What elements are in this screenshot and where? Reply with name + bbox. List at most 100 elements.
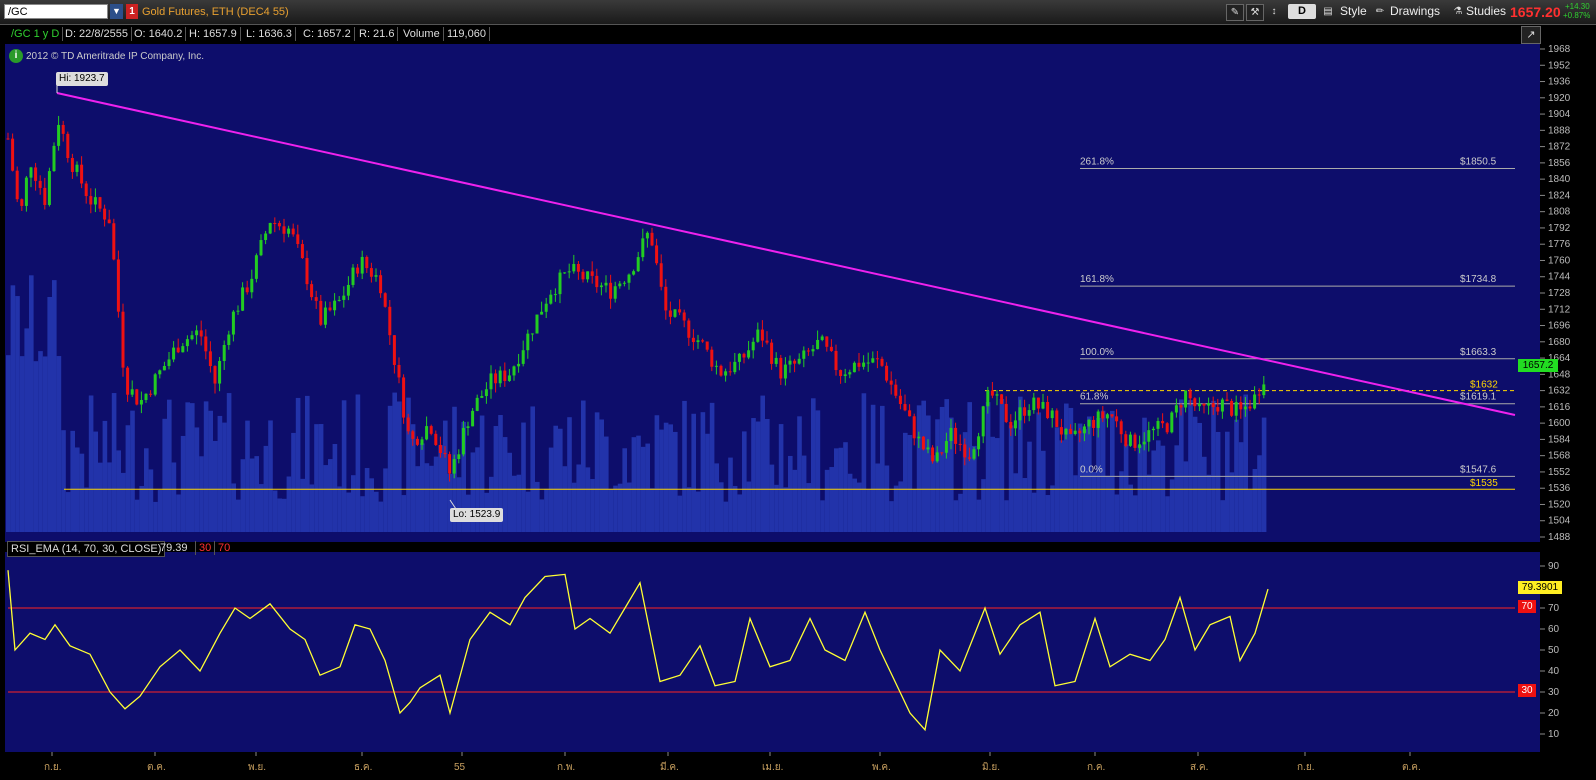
candle-body: [678, 309, 682, 313]
candle-body: [972, 449, 976, 459]
candle-body: [273, 223, 277, 225]
volume-bar: [502, 437, 508, 532]
volume-bar: [222, 422, 227, 532]
rsi-title[interactable]: RSI_EMA (14, 70, 30, CLOSE): [7, 541, 166, 557]
candle-body: [581, 271, 585, 280]
time-tick-label: ต.ค.: [147, 762, 166, 773]
candle-body: [958, 443, 962, 445]
candle-body: [1046, 401, 1050, 419]
time-tick-label: เม.ย.: [762, 762, 783, 773]
low-marker-label: Lo: 1523.9: [450, 508, 504, 522]
candle-body: [425, 426, 429, 440]
candle-body: [415, 438, 419, 445]
volume-bar: [84, 487, 89, 532]
candle-body: [259, 240, 263, 256]
candle-body: [1078, 430, 1082, 434]
candle-body: [641, 238, 645, 258]
candle-body: [954, 427, 958, 444]
candle-body: [705, 341, 709, 350]
volume-bar: [1197, 422, 1202, 532]
volume-bar: [93, 431, 98, 532]
candle-body: [1216, 407, 1220, 412]
volume-bar: [811, 398, 816, 532]
volume-bar: [1183, 461, 1189, 532]
candle-body: [333, 300, 337, 311]
volume-bar: [985, 402, 991, 532]
volume-bar: [590, 479, 595, 532]
candle-body: [572, 263, 576, 272]
candle-body: [429, 426, 433, 434]
candle-body: [1119, 421, 1123, 435]
candle-body: [337, 299, 341, 301]
price-tick-label: 1936: [1548, 77, 1571, 88]
volume-bar: [236, 499, 241, 532]
volume-bar: [346, 492, 351, 532]
volume-bar: [1041, 450, 1046, 532]
volume-bar: [1179, 399, 1184, 532]
candle-body: [241, 287, 245, 311]
candle-body: [586, 271, 590, 280]
candle-body: [1000, 394, 1004, 404]
volume-bar: [245, 420, 250, 532]
volume-bar: [1059, 440, 1064, 532]
expand-icon[interactable]: ↗: [1521, 26, 1541, 44]
volume-bar: [42, 356, 48, 532]
volume-bar: [272, 490, 278, 532]
candle-body: [57, 124, 61, 146]
candle-body: [1197, 403, 1201, 407]
volume-bar: [1220, 500, 1225, 532]
candle-body: [489, 373, 493, 390]
rsi-30-tag: 30: [1518, 684, 1536, 697]
volume-bar: [360, 496, 365, 532]
candle-body: [1023, 407, 1027, 416]
volume-bar: [562, 466, 568, 532]
candle-body: [204, 336, 208, 352]
candle-body: [990, 390, 994, 396]
volume-bar: [61, 430, 66, 532]
candlesticks: [6, 115, 1266, 482]
candle-body: [802, 350, 806, 359]
rsi-study: 908070605040302010: [7, 561, 1560, 740]
rsi-line: [7, 570, 1269, 732]
volume-bar: [1257, 455, 1262, 532]
candle-body: [811, 349, 815, 352]
price-tick-label: 1504: [1548, 516, 1571, 527]
candle-body: [438, 444, 442, 453]
candle-body: [908, 410, 912, 417]
volume-bar: [56, 356, 62, 532]
volume-bar: [208, 410, 213, 532]
candle-body: [75, 164, 79, 172]
volume-bar: [254, 456, 259, 532]
rsi-current-tag: 79.3901: [1518, 581, 1562, 594]
candle-body: [636, 257, 640, 272]
candle-body: [397, 364, 401, 378]
info-icon[interactable]: i: [9, 49, 23, 63]
candle-body: [567, 271, 571, 273]
candle-body: [829, 346, 833, 351]
rsi-tick-label: 20: [1548, 708, 1560, 719]
volume-bar: [530, 406, 535, 532]
volume-bar: [783, 487, 788, 532]
candle-body: [466, 426, 470, 428]
volume-bar: [884, 465, 890, 532]
price-tick-label: 1552: [1548, 467, 1571, 478]
candle-body: [530, 333, 534, 335]
candle-body: [1262, 384, 1266, 396]
volume-bar: [420, 443, 425, 532]
candle-body: [1064, 428, 1068, 435]
volume-bar: [834, 448, 839, 532]
volume-bar: [544, 488, 549, 532]
volume-bar: [801, 455, 807, 532]
candle-body: [1161, 421, 1165, 424]
price-tick-label: 1808: [1548, 207, 1571, 218]
volume-bar: [259, 484, 264, 532]
candle-body: [1133, 434, 1137, 448]
volume-bar: [636, 435, 641, 532]
candle-body: [328, 307, 332, 311]
candle-body: [995, 394, 999, 396]
price-tick-label: 1696: [1548, 321, 1571, 332]
price-tick-label: 1584: [1548, 434, 1571, 445]
volume-bar: [558, 428, 563, 532]
volume-bar: [1252, 468, 1258, 532]
candle-body: [1179, 405, 1183, 408]
